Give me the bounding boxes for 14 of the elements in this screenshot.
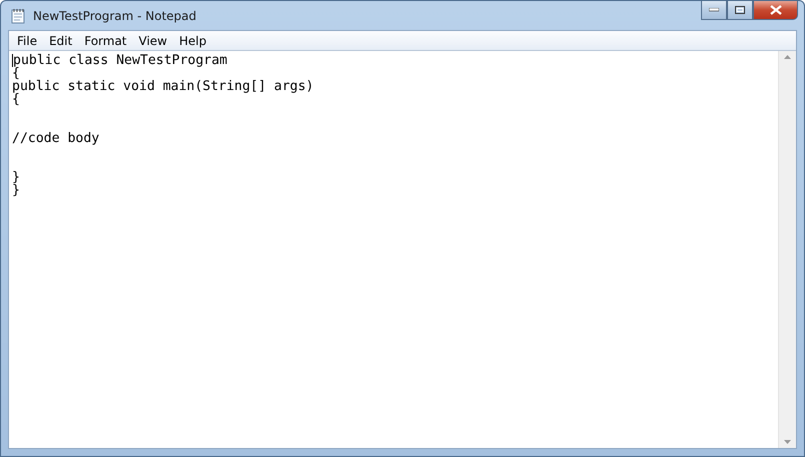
notepad-icon (11, 8, 25, 24)
menu-item[interactable]: Help (173, 34, 212, 48)
close-icon (770, 5, 782, 15)
maximize-button[interactable] (727, 1, 753, 20)
minimize-icon (709, 8, 719, 12)
window-title: NewTestProgram - Notepad (33, 8, 196, 22)
maximize-icon (735, 6, 745, 14)
text-editor[interactable]: public class NewTestProgram { public static void main(String[] args) { //code body } } (9, 51, 778, 448)
menu-item[interactable]: View (132, 34, 174, 48)
menu-item[interactable]: File (11, 34, 44, 48)
menu-item[interactable]: Format (78, 34, 133, 48)
minimize-button[interactable] (701, 1, 727, 20)
close-button[interactable] (753, 1, 798, 20)
menu-item[interactable]: Edit (43, 34, 78, 48)
